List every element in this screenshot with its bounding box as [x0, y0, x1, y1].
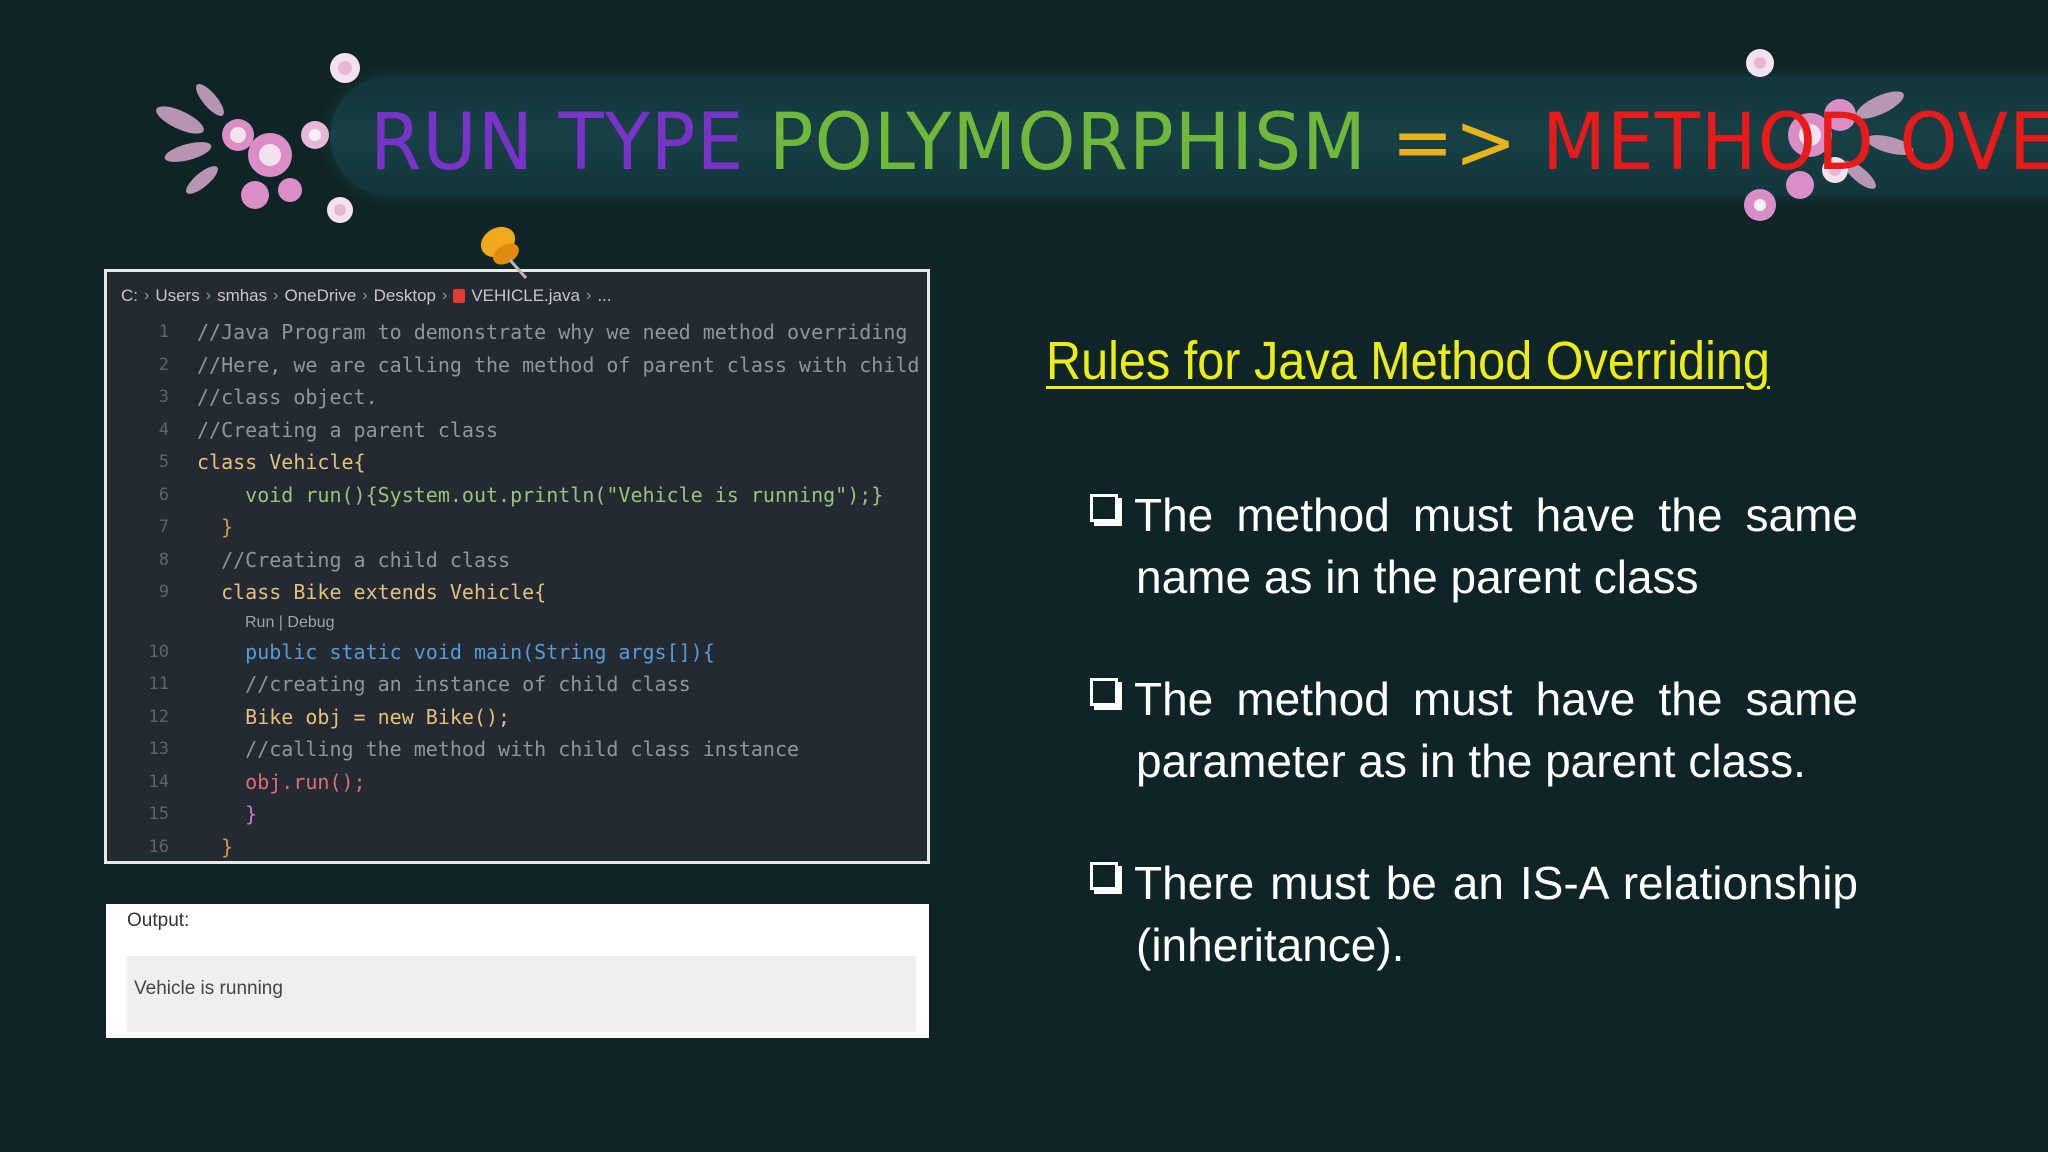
checkbox-bullet-icon	[1090, 494, 1118, 522]
code-text: //creating an instance of child class	[197, 672, 691, 696]
code-text: Bike obj = new Bike();	[197, 704, 511, 729]
line-number: 16	[148, 836, 169, 857]
breadcrumb-smhas[interactable]: smhas	[217, 286, 267, 306]
chevron-right-icon: ›	[144, 287, 150, 304]
checkbox-bullet-icon	[1090, 862, 1118, 890]
title-arrow: =>	[1391, 98, 1518, 188]
title-part-polymorphism: POLYMORPHISM	[768, 98, 1367, 188]
chevron-right-icon: ›	[585, 287, 592, 304]
code-text: void run(){System.out.println("Vehicle i…	[197, 482, 884, 507]
checkbox-bullet-icon	[1090, 678, 1118, 706]
code-line: 11 //creating an instance of child class	[107, 668, 927, 701]
output-text: Vehicle is running	[134, 978, 283, 999]
line-number: 15	[148, 804, 169, 824]
chevron-right-icon: ›	[362, 287, 368, 304]
code-line: 9 class Bike extends Vehicle{	[107, 576, 927, 609]
line-number: 6	[158, 484, 169, 505]
code-line: 3 //class object.	[107, 381, 927, 414]
breadcrumb-drive[interactable]: C:	[121, 286, 138, 306]
code-line: 6 void run(){System.out.println("Vehicle…	[107, 479, 927, 512]
breadcrumb: C: › Users › smhas › OneDrive › Desktop …	[121, 286, 611, 306]
code-text: //class object.	[197, 385, 378, 409]
code-lines[interactable]: 1 //Java Program to demonstrate why we ne…	[107, 316, 927, 863]
line-number: 7	[158, 517, 169, 537]
rule-text: The method must have the same name as in…	[1134, 489, 1858, 603]
chevron-right-icon: ›	[273, 287, 279, 304]
code-text: class Vehicle{	[197, 450, 366, 474]
line-number: 2	[158, 354, 169, 375]
code-line: 4 //Creating a parent class	[107, 414, 927, 447]
output-label: Output:	[127, 910, 190, 931]
code-text: public static void main(String args[]){	[197, 639, 715, 664]
code-text: class Bike extends Vehicle{	[197, 580, 547, 604]
code-text: //Creating a child class	[197, 547, 511, 572]
code-text: //Here, we are calling the method of par…	[197, 352, 920, 377]
code-text: }	[197, 802, 258, 826]
code-editor-window: C: › Users › smhas › OneDrive › Desktop …	[104, 269, 930, 864]
code-text: }	[197, 834, 234, 859]
line-number: 3	[158, 387, 169, 407]
rules-heading: Rules for Java Method Overriding	[1046, 331, 1770, 391]
code-line: 15 }	[107, 798, 927, 831]
chevron-right-icon: ›	[205, 287, 212, 304]
java-file-icon	[453, 289, 466, 303]
rule-text: There must be an IS-A relationship (inhe…	[1134, 857, 1858, 971]
code-line: 10 public static void main(String args[]…	[107, 636, 927, 669]
pushpin-icon	[480, 226, 528, 279]
code-line: 5 class Vehicle{	[107, 446, 927, 479]
breadcrumb-onedrive[interactable]: OneDrive	[284, 286, 356, 306]
chevron-right-icon: ›	[441, 287, 448, 304]
line-number: 10	[148, 641, 169, 662]
flower-decoration-left-icon	[156, 53, 360, 223]
code-line: 13 //calling the method with child class…	[107, 733, 927, 766]
line-number: 11	[148, 674, 169, 694]
code-text: //Java Program to demonstrate why we nee…	[197, 320, 908, 344]
breadcrumb-more[interactable]: ...	[597, 286, 611, 306]
code-text: }	[197, 515, 234, 539]
breadcrumb-users[interactable]: Users	[155, 286, 199, 306]
code-text: obj.run();	[197, 769, 366, 794]
code-line: 2 //Here, we are calling the method of pa…	[107, 349, 927, 382]
line-number: 14	[148, 771, 169, 792]
breadcrumb-desktop[interactable]: Desktop	[374, 286, 436, 306]
title-part-method-overriding: METHOD OVE	[1542, 98, 2048, 188]
output-console: Vehicle is running	[127, 956, 916, 1032]
line-number: 5	[158, 452, 169, 472]
line-number: 4	[158, 419, 169, 440]
code-line: 12 Bike obj = new Bike();	[107, 701, 927, 734]
line-number: 9	[158, 582, 169, 602]
code-text: //Creating a parent class	[197, 417, 499, 442]
code-text: //calling the method with child class in…	[197, 737, 800, 761]
line-number: 1	[158, 322, 169, 342]
codelens-text[interactable]: Run | Debug	[245, 609, 335, 636]
breadcrumb-file[interactable]: VEHICLE.java	[471, 286, 580, 306]
page-title: RUN TYPE POLYMORPHISM => METHOD OVE	[370, 88, 2048, 198]
code-line: 7 }	[107, 511, 927, 544]
codelens-run-debug[interactable]: Run | Debug	[107, 609, 927, 636]
line-number: 13	[148, 739, 169, 759]
rule-text: The method must have the same parameter …	[1134, 673, 1858, 787]
output-panel: Output: Vehicle is running	[106, 904, 929, 1038]
title-part-run-type: RUN TYPE	[370, 98, 745, 188]
code-line: 16 }	[107, 831, 927, 864]
line-number: 12	[148, 706, 169, 727]
code-line: 14 obj.run();	[107, 766, 927, 799]
code-line: 1 //Java Program to demonstrate why we ne…	[107, 316, 927, 349]
code-line: 8 //Creating a child class	[107, 544, 927, 577]
line-number: 8	[158, 549, 169, 570]
